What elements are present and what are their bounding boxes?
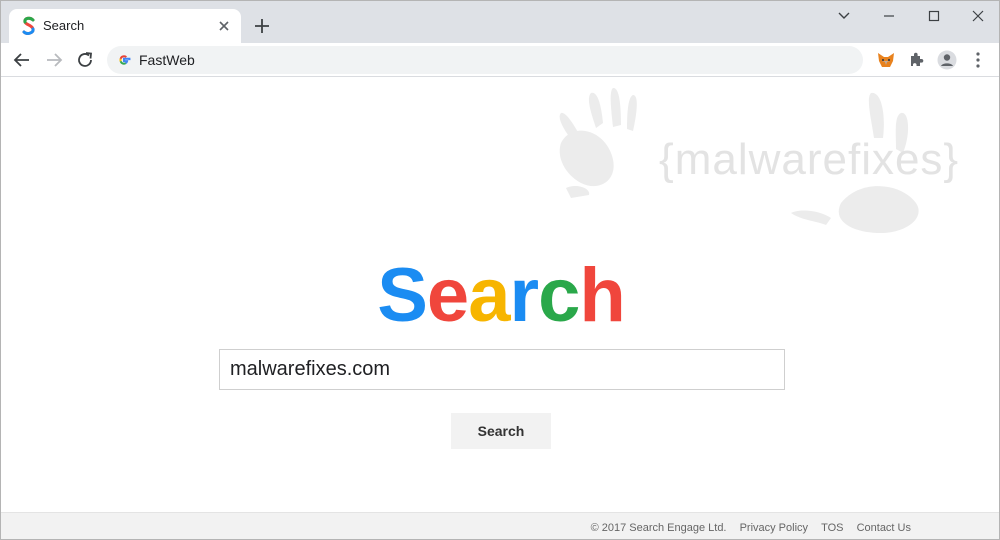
maximize-button[interactable] xyxy=(919,5,949,27)
logo-letter: r xyxy=(509,253,539,338)
search-logo: Search xyxy=(1,253,999,339)
active-tab[interactable]: Search xyxy=(9,9,241,43)
back-arrow-icon[interactable] xyxy=(11,49,33,71)
address-bar[interactable]: FastWeb xyxy=(107,46,863,74)
new-tab-button[interactable] xyxy=(251,15,273,37)
watermark: {malwarefixes} xyxy=(541,83,981,243)
browser-toolbar: FastWeb xyxy=(1,43,999,77)
profile-avatar-icon[interactable] xyxy=(936,49,958,71)
browser-window: Search FastWeb {malwarefixes} Search mal… xyxy=(0,0,1000,540)
search-favicon-icon xyxy=(21,16,37,36)
tab-close-icon[interactable] xyxy=(215,17,233,35)
puzzle-extensions-icon[interactable] xyxy=(905,49,927,71)
logo-letter: e xyxy=(426,253,469,338)
privacy-policy-link[interactable]: Privacy Policy xyxy=(740,522,808,534)
search-input[interactable] xyxy=(219,349,785,390)
tab-search-chevron-icon[interactable] xyxy=(829,5,859,27)
tos-link[interactable]: TOS xyxy=(821,522,843,534)
logo-letter: a xyxy=(468,253,510,338)
search-button[interactable]: Search xyxy=(451,413,551,449)
logo-letter: S xyxy=(377,253,428,338)
close-window-button[interactable] xyxy=(963,5,993,27)
minimize-button[interactable] xyxy=(874,5,904,27)
reload-icon[interactable] xyxy=(74,49,96,71)
forward-arrow-icon[interactable] xyxy=(43,49,65,71)
watermark-text: {malwarefixes} xyxy=(659,135,960,184)
logo-letter: c xyxy=(538,253,580,338)
tab-title: Search xyxy=(43,18,85,33)
logo-letter: h xyxy=(579,253,625,338)
google-g-icon xyxy=(117,53,131,67)
tab-strip: Search xyxy=(1,1,999,43)
address-text: FastWeb xyxy=(139,52,195,68)
footer-links: © 2017 Search Engage Ltd. Privacy Policy… xyxy=(581,522,911,534)
fox-extension-icon[interactable] xyxy=(875,49,897,71)
more-menu-icon[interactable] xyxy=(967,49,989,71)
copyright-text: © 2017 Search Engage Ltd. xyxy=(590,522,727,534)
page-footer: © 2017 Search Engage Ltd. Privacy Policy… xyxy=(1,512,999,539)
contact-us-link[interactable]: Contact Us xyxy=(857,522,911,534)
